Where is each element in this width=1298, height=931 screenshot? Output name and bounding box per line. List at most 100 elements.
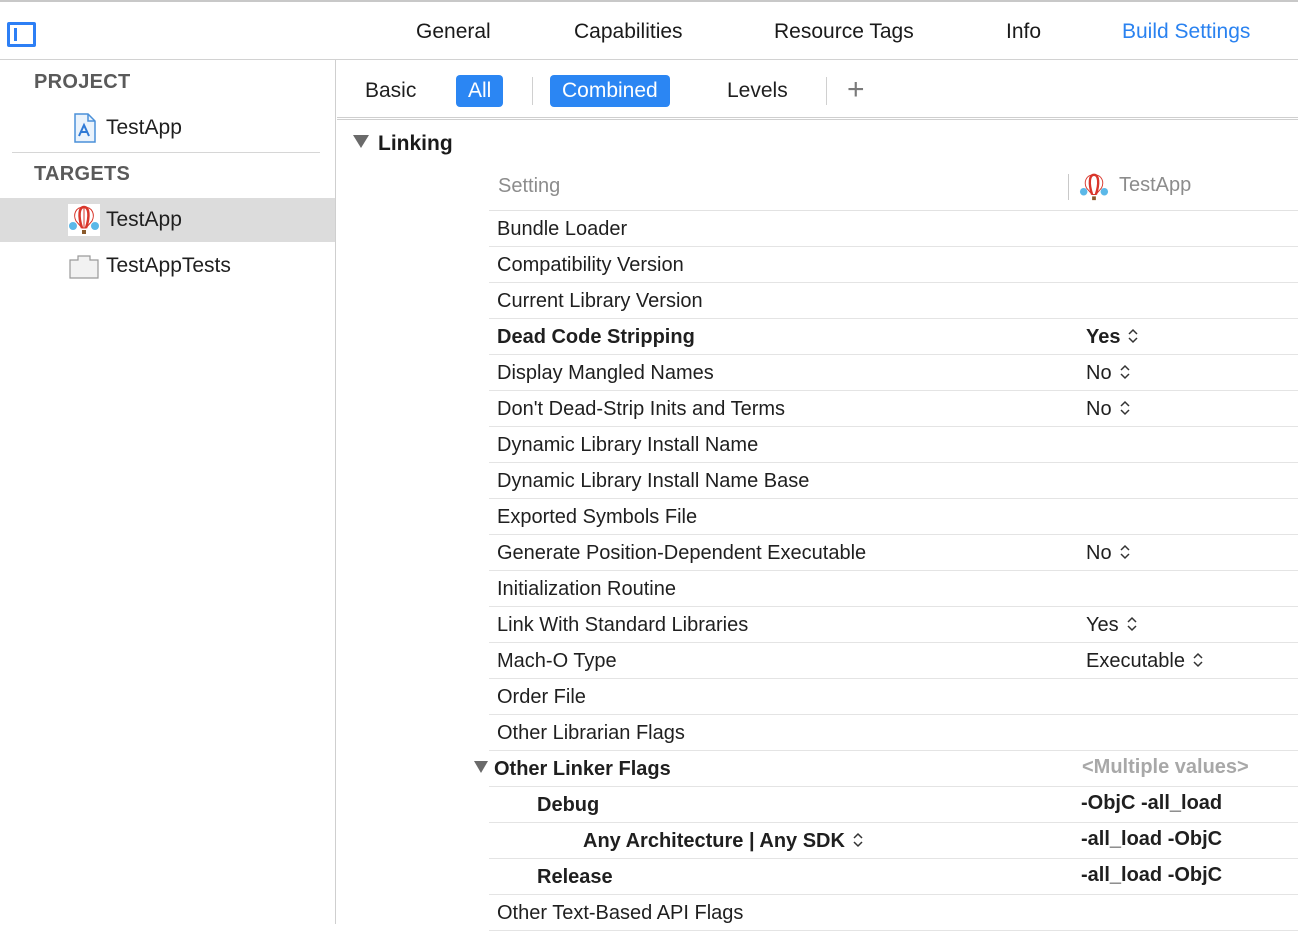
setting-value: No [1086,542,1112,564]
disclosure-triangle-icon[interactable] [474,761,488,773]
stepper-chevrons-icon [1193,652,1203,668]
setting-value-popup[interactable]: Yes [1086,614,1139,637]
table-row[interactable]: Dynamic Library Install Name Base [489,463,1298,499]
hot-air-balloon-icon [1079,173,1109,201]
setting-name: Generate Position-Dependent Executable [497,542,867,564]
table-row[interactable]: Initialization Routine [489,571,1298,607]
setting-name: Don't Dead-Strip Inits and Terms [497,398,786,420]
combined-view-button[interactable]: Combined [550,75,670,107]
setting-column-label: Setting [498,175,561,197]
filter-separator [532,77,533,105]
setting-value-popup[interactable]: Yes [1086,326,1140,349]
add-setting-button[interactable]: + [847,74,865,106]
table-row[interactable]: Link With Standard Libraries Yes [489,607,1298,643]
setting-value[interactable]: -all_load -ObjC [1081,828,1222,851]
setting-value[interactable]: -ObjC -all_load [1081,792,1222,815]
table-row[interactable]: Current Library Version [489,283,1298,319]
sidebar-toggle-icon[interactable] [7,22,36,47]
setting-name: Compatibility Version [497,254,684,276]
stepper-chevrons-icon [853,832,863,848]
setting-value-popup[interactable]: Executable [1086,650,1205,673]
basic-filter-button[interactable]: Basic [353,75,428,107]
disclosure-triangle-icon[interactable] [353,135,369,148]
setting-name: Order File [497,686,586,708]
setting-name: Mach-O Type [497,650,617,672]
setting-name: Exported Symbols File [497,506,698,528]
filter-separator [826,77,827,105]
setting-name: Other Text-Based API Flags [497,902,744,924]
setting-value-popup[interactable]: No [1086,542,1132,565]
test-bundle-icon [69,255,99,279]
setting-name: Current Library Version [497,290,703,312]
sidebar-item-target-testapptests[interactable]: TestAppTests [0,244,335,288]
table-row[interactable]: Generate Position-Dependent Executable N… [489,535,1298,571]
sidebar-item-label: TestAppTests [106,254,231,277]
setting-value: No [1086,362,1112,384]
table-row[interactable]: Order File [489,679,1298,715]
setting-value-popup[interactable]: No [1086,398,1132,421]
setting-value: Yes [1086,326,1121,348]
setting-name: Other Librarian Flags [497,722,685,744]
table-row[interactable]: Compatibility Version [489,247,1298,283]
levels-view-button[interactable]: Levels [715,75,800,107]
table-row[interactable]: Exported Symbols File [489,499,1298,535]
stepper-chevrons-icon [1120,544,1130,560]
tab-build-settings[interactable]: Build Settings [1122,20,1250,44]
tab-resource-tags[interactable]: Resource Tags [774,20,914,44]
sidebar-divider [12,152,320,153]
table-row-expandable[interactable]: Other Linker Flags <Multiple values> [474,751,1298,787]
setting-name: Dead Code Stripping [497,326,695,348]
setting-name-group: Other Linker Flags [474,758,671,781]
table-row[interactable]: Bundle Loader [489,211,1298,247]
sidebar-item-target-testapp[interactable]: TestApp [0,198,335,242]
tab-capabilities[interactable]: Capabilities [574,20,683,44]
setting-name: Dynamic Library Install Name Base [497,470,810,492]
condition-popup[interactable]: Any Architecture | Any SDK [583,830,865,853]
table-row[interactable]: Dynamic Library Install Name [489,427,1298,463]
tab-general[interactable]: General [416,20,491,44]
table-row-condition[interactable]: Any Architecture | Any SDK -all_load -Ob… [489,823,1298,859]
setting-name: Display Mangled Names [497,362,714,384]
target-column-label: TestApp [1119,174,1192,196]
stepper-chevrons-icon [1120,400,1130,416]
setting-value: Executable [1086,650,1185,672]
stepper-chevrons-icon [1120,364,1130,380]
sidebar-item-label: TestApp [106,116,182,139]
settings-table: Bundle Loader Compatibility Version Curr… [474,211,1298,931]
table-row-config[interactable]: Release -all_load -ObjC [489,859,1298,895]
table-row[interactable]: Dead Code Stripping Yes [489,319,1298,355]
build-settings-content: Linking Setting TestApp Bundle Loader Co… [337,120,1298,931]
setting-name: Other Linker Flags [494,758,671,780]
linking-section-header[interactable]: Linking [353,132,453,156]
project-navigator-sidebar: PROJECT TestApp TARGETS TestApp TestAppT… [0,60,336,924]
column-separator[interactable] [1068,174,1069,200]
project-section-header: PROJECT [34,71,131,93]
setting-name: Bundle Loader [497,218,628,240]
editor-tab-bar: General Capabilities Resource Tags Info … [0,0,1298,60]
table-row[interactable]: Other Text-Based API Flags [489,895,1298,931]
stepper-chevrons-icon [1128,328,1139,344]
sidebar-item-project-testapp[interactable]: TestApp [0,106,335,150]
table-row-config[interactable]: Debug -ObjC -all_load [489,787,1298,823]
build-settings-filter-bar: Basic All Combined Levels + [337,60,1298,120]
all-filter-button[interactable]: All [456,75,504,107]
setting-value-popup[interactable]: No [1086,362,1132,385]
sidebar-item-label: TestApp [106,208,182,231]
setting-name: Initialization Routine [497,578,676,600]
settings-column-header: Setting TestApp [489,172,1298,211]
targets-section-header: TARGETS [34,163,131,185]
tab-info[interactable]: Info [1006,20,1041,44]
setting-name: Link With Standard Libraries [497,614,749,636]
stepper-chevrons-icon [1127,616,1137,632]
table-row[interactable]: Mach-O Type Executable [489,643,1298,679]
setting-value: No [1086,398,1112,420]
table-row[interactable]: Other Librarian Flags [489,715,1298,751]
setting-value[interactable]: -all_load -ObjC [1081,864,1222,887]
table-row[interactable]: Don't Dead-Strip Inits and Terms No [489,391,1298,427]
setting-value: Yes [1086,614,1119,636]
setting-name: Dynamic Library Install Name [497,434,759,456]
section-title: Linking [378,132,453,155]
configuration-name: Release [537,866,613,888]
setting-value[interactable]: <Multiple values> [1082,756,1249,779]
table-row[interactable]: Display Mangled Names No [489,355,1298,391]
